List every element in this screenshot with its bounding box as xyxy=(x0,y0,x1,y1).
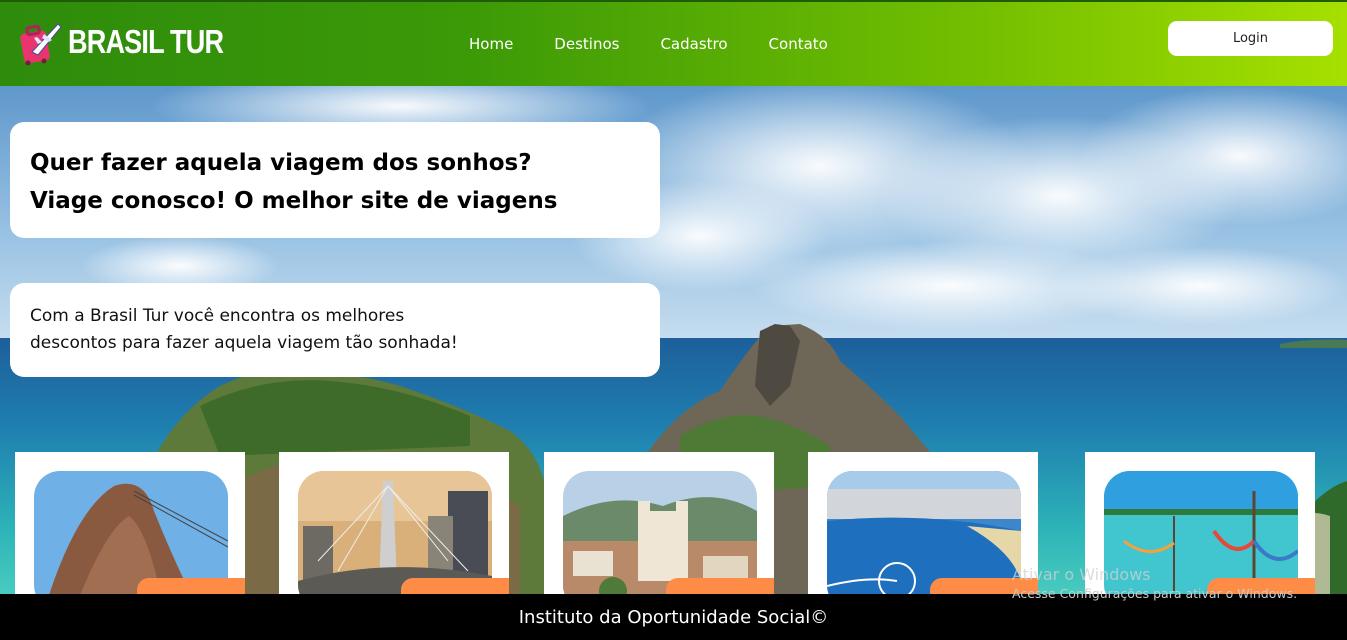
brand-logo[interactable]: BRASIL TUR xyxy=(18,18,257,66)
main-nav: Home Destinos Cadastro Contato xyxy=(469,35,869,53)
nav-destinos[interactable]: Destinos xyxy=(554,35,619,53)
destination-card[interactable] xyxy=(544,452,774,594)
nav-cadastro[interactable]: Cadastro xyxy=(660,35,727,53)
hero-description-card: Com a Brasil Tur você encontra os melhor… xyxy=(10,283,660,377)
brand-name: BRASIL TUR xyxy=(68,23,224,60)
balneario-camboriu-beach-photo xyxy=(827,471,1021,594)
hero-desc-line2: descontos para fazer aquela viagem tão s… xyxy=(30,333,458,353)
site-header: BRASIL TUR Home Destinos Cadastro Contat… xyxy=(0,0,1347,86)
sao-paulo-bridge-photo xyxy=(298,471,492,594)
hero-title-line2: Viage conosco! O melhor site de viagens xyxy=(30,188,558,214)
sugarloaf-mountain-photo xyxy=(34,471,228,594)
nav-home[interactable]: Home xyxy=(469,35,513,53)
price-tag xyxy=(401,578,509,594)
destination-card[interactable] xyxy=(808,452,1038,594)
hero-desc-line1: Com a Brasil Tur você encontra os melhor… xyxy=(30,306,405,326)
windows-activation-watermark: Ativar o Windows Acesse Configurações pa… xyxy=(1012,565,1297,601)
suitcase-plane-icon xyxy=(20,23,62,66)
nav-contato[interactable]: Contato xyxy=(769,35,828,53)
destination-card[interactable] xyxy=(15,452,245,594)
hero-title-card: Quer fazer aquela viagem dos sonhos? Via… xyxy=(10,122,660,238)
price-tag xyxy=(666,578,774,594)
hero-title-line1: Quer fazer aquela viagem dos sonhos? xyxy=(30,150,532,176)
destination-card[interactable] xyxy=(279,452,509,594)
ouro-preto-church-photo xyxy=(563,471,757,594)
hero-title: Quer fazer aquela viagem dos sonhos? Via… xyxy=(30,144,640,220)
watermark-subtitle: Acesse Configurações para ativar o Windo… xyxy=(1012,586,1298,601)
price-tag xyxy=(137,578,245,594)
hero-description: Com a Brasil Tur você encontra os melhor… xyxy=(30,303,640,357)
footer-text: Instituto da Oportunidade Social© xyxy=(518,606,829,628)
login-button[interactable]: Login xyxy=(1168,21,1333,56)
watermark-title: Ativar o Windows xyxy=(1012,565,1151,584)
